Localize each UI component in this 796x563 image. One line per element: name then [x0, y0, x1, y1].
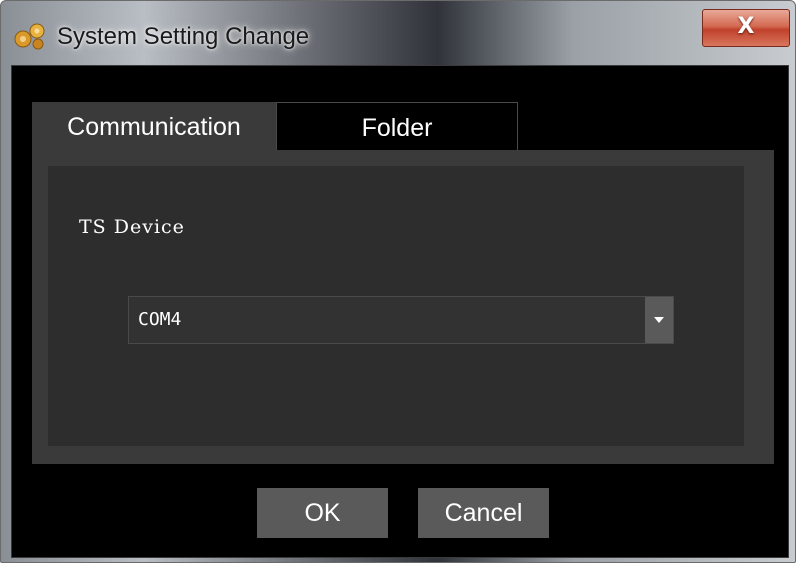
tab-communication[interactable]: Communication — [32, 102, 276, 152]
dialog-window: System Setting Change X Communication Fo… — [0, 0, 796, 563]
settings-group: TS Device COM4 — [48, 166, 744, 446]
chevron-down-icon[interactable] — [645, 297, 673, 343]
tab-panel-communication: TS Device COM4 — [32, 150, 774, 464]
tab-folder[interactable]: Folder — [276, 102, 518, 152]
tab-label: Communication — [67, 113, 241, 141]
ts-device-select-value: COM4 — [138, 309, 182, 330]
close-button[interactable]: X — [702, 9, 790, 47]
dialog-body: Communication Folder TS Device COM4 OK C… — [11, 65, 789, 558]
title-bar[interactable]: System Setting Change X — [1, 1, 795, 65]
close-icon: X — [737, 14, 755, 39]
app-gear-icon — [14, 23, 45, 50]
ts-device-label: TS Device — [79, 216, 185, 238]
ok-button[interactable]: OK — [257, 488, 388, 538]
ts-device-select[interactable]: COM4 — [128, 296, 674, 344]
cancel-button[interactable]: Cancel — [418, 488, 549, 538]
tab-label: Folder — [361, 114, 433, 142]
window-title: System Setting Change — [57, 23, 310, 50]
